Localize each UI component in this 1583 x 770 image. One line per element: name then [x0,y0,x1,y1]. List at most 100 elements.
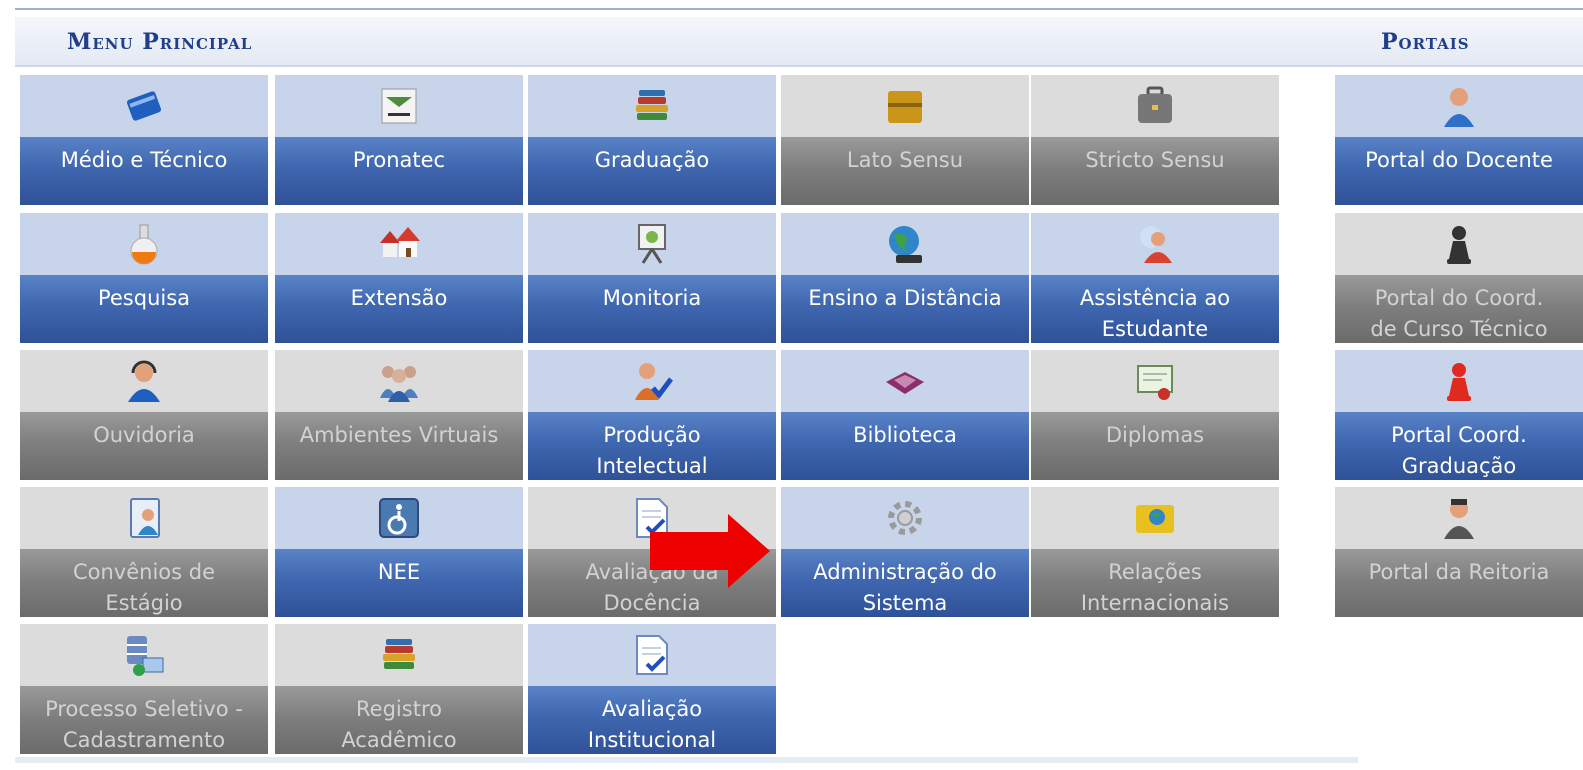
gear-icon [882,495,928,541]
folder-icon [882,83,928,129]
tile-icon-area [20,487,268,549]
menu-tile-ouvidoria[interactable]: Ouvidoria [20,350,268,480]
menu-tile-ambientes-virtuais[interactable]: Ambientes Virtuais [275,350,523,480]
tile-icon-area [20,624,268,686]
tile-label-area: Administração do Sistema [781,549,1029,617]
portal-tile-portal-coord-graduação[interactable]: Portal Coord. Graduação [1335,350,1583,480]
rector-icon [1436,495,1482,541]
tile-icon-area [275,624,523,686]
houses-icon [376,221,422,267]
menu-tile-convênios-de-estágio[interactable]: Convênios de Estágio [20,487,268,617]
tile-label-area: Produção Intelectual [528,412,776,480]
tile-label: Ouvidoria [93,423,195,447]
tile-icon-area [528,350,776,412]
red-arrow-icon [650,514,770,588]
tile-icon-area [528,213,776,275]
tile-label-area: Biblioteca [781,412,1029,480]
books-stack-icon [629,83,675,129]
wheelchair-icon [376,495,422,541]
flask-icon [121,221,167,267]
tile-label-area: NEE [275,549,523,617]
tile-icon-area [1031,350,1279,412]
tile-icon-area [1031,213,1279,275]
tile-icon-area [1031,75,1279,137]
tile-icon-area [275,75,523,137]
tile-label: Lato Sensu [846,148,964,172]
tile-label-area: Pronatec [275,137,523,205]
menu-tile-graduação[interactable]: Graduação [528,75,776,205]
tile-label-area: Pesquisa [20,275,268,343]
tile-icon-area [275,487,523,549]
tile-label: Produção Intelectual [596,423,708,478]
menu-tile-médio-e-técnico[interactable]: Médio e Técnico [20,75,268,205]
tile-label-area: Portal da Reitoria [1335,549,1583,617]
contact-book-icon [121,495,167,541]
menu-tile-nee[interactable]: NEE [275,487,523,617]
tile-label-area: Lato Sensu [781,137,1029,205]
menu-tile-processo-seletivo-cadastramento[interactable]: Processo Seletivo - Cadastramento [20,624,268,754]
tile-icon-area [528,75,776,137]
tile-label: Portal do Docente [1365,148,1553,172]
tile-label: Portal Coord. Graduação [1391,423,1527,478]
document-check-icon [629,632,675,678]
tile-label: Ambientes Virtuais [299,423,499,447]
tile-label: Administração do Sistema [813,560,997,615]
globe-folder-icon [1132,495,1178,541]
tile-label-area: Processo Seletivo - Cadastramento [20,686,268,754]
menu-tile-pesquisa[interactable]: Pesquisa [20,213,268,343]
menu-tile-produção-intelectual[interactable]: Produção Intelectual [528,350,776,480]
tile-label-area: Monitoria [528,275,776,343]
menu-tile-extensão[interactable]: Extensão [275,213,523,343]
portal-tile-portal-da-reitoria[interactable]: Portal da Reitoria [1335,487,1583,617]
tile-icon-area [528,624,776,686]
menu-tile-administração-do-sistema[interactable]: Administração do Sistema [781,487,1029,617]
menu-tile-pronatec[interactable]: Pronatec [275,75,523,205]
tile-label-area: Registro Acadêmico [275,686,523,754]
tile-icon-area [20,213,268,275]
tile-label: Avaliação Institucional [587,697,717,752]
menu-tile-monitoria[interactable]: Monitoria [528,213,776,343]
tile-label-area: Ouvidoria [20,412,268,480]
tile-icon-area [781,350,1029,412]
tile-icon-area [1031,487,1279,549]
tile-label: Pesquisa [97,286,191,310]
tile-label: Extensão [350,286,448,310]
menu-tile-assistência-ao-estudante[interactable]: Assistência ao Estudante [1031,213,1279,343]
menu-tile-registro-acadêmico[interactable]: Registro Acadêmico [275,624,523,754]
users-group-icon [376,358,422,404]
open-book-icon [882,358,928,404]
menu-tile-diplomas[interactable]: Diplomas [1031,350,1279,480]
tile-icon-area [1335,213,1583,275]
tile-label: Portal da Reitoria [1368,560,1550,584]
database-icon [121,632,167,678]
menu-principal-title: Menu Principal [67,29,253,55]
menu-tile-relações-internacionais[interactable]: Relações Internacionais [1031,487,1279,617]
portal-tile-portal-do-docente[interactable]: Portal do Docente [1335,75,1583,205]
menu-tile-ensino-a-distância[interactable]: Ensino a Distância [781,213,1029,343]
portal-tile-portal-do-coord-de-curso-técnico[interactable]: Portal do Coord. de Curso Técnico [1335,213,1583,343]
tile-label: Diplomas [1105,423,1205,447]
tile-label: Graduação [594,148,710,172]
tile-label-area: Graduação [528,137,776,205]
menu-tile-stricto-sensu[interactable]: Stricto Sensu [1031,75,1279,205]
menu-tile-avaliação-institucional[interactable]: Avaliação Institucional [528,624,776,754]
tile-label: Registro Acadêmico [341,697,457,752]
tile-label-area: Assistência ao Estudante [1031,275,1279,343]
bottom-divider [15,757,1358,763]
menu-tile-biblioteca[interactable]: Biblioteca [781,350,1029,480]
tile-icon-area [20,350,268,412]
tile-label: NEE [377,560,421,584]
tile-icon-area [1335,75,1583,137]
tile-label: Monitoria [602,286,702,310]
tile-icon-area [275,213,523,275]
presentation-board-icon [629,221,675,267]
menu-principal-header: Menu Principal [15,17,1358,67]
menu-tile-lato-sensu[interactable]: Lato Sensu [781,75,1029,205]
tile-icon-area [1335,487,1583,549]
tile-icon-area [275,350,523,412]
tile-label: Relações Internacionais [1080,560,1230,615]
tile-label-area: Ensino a Distância [781,275,1029,343]
tile-label: Pronatec [352,148,446,172]
user-check-icon [629,358,675,404]
teacher-icon [1436,83,1482,129]
